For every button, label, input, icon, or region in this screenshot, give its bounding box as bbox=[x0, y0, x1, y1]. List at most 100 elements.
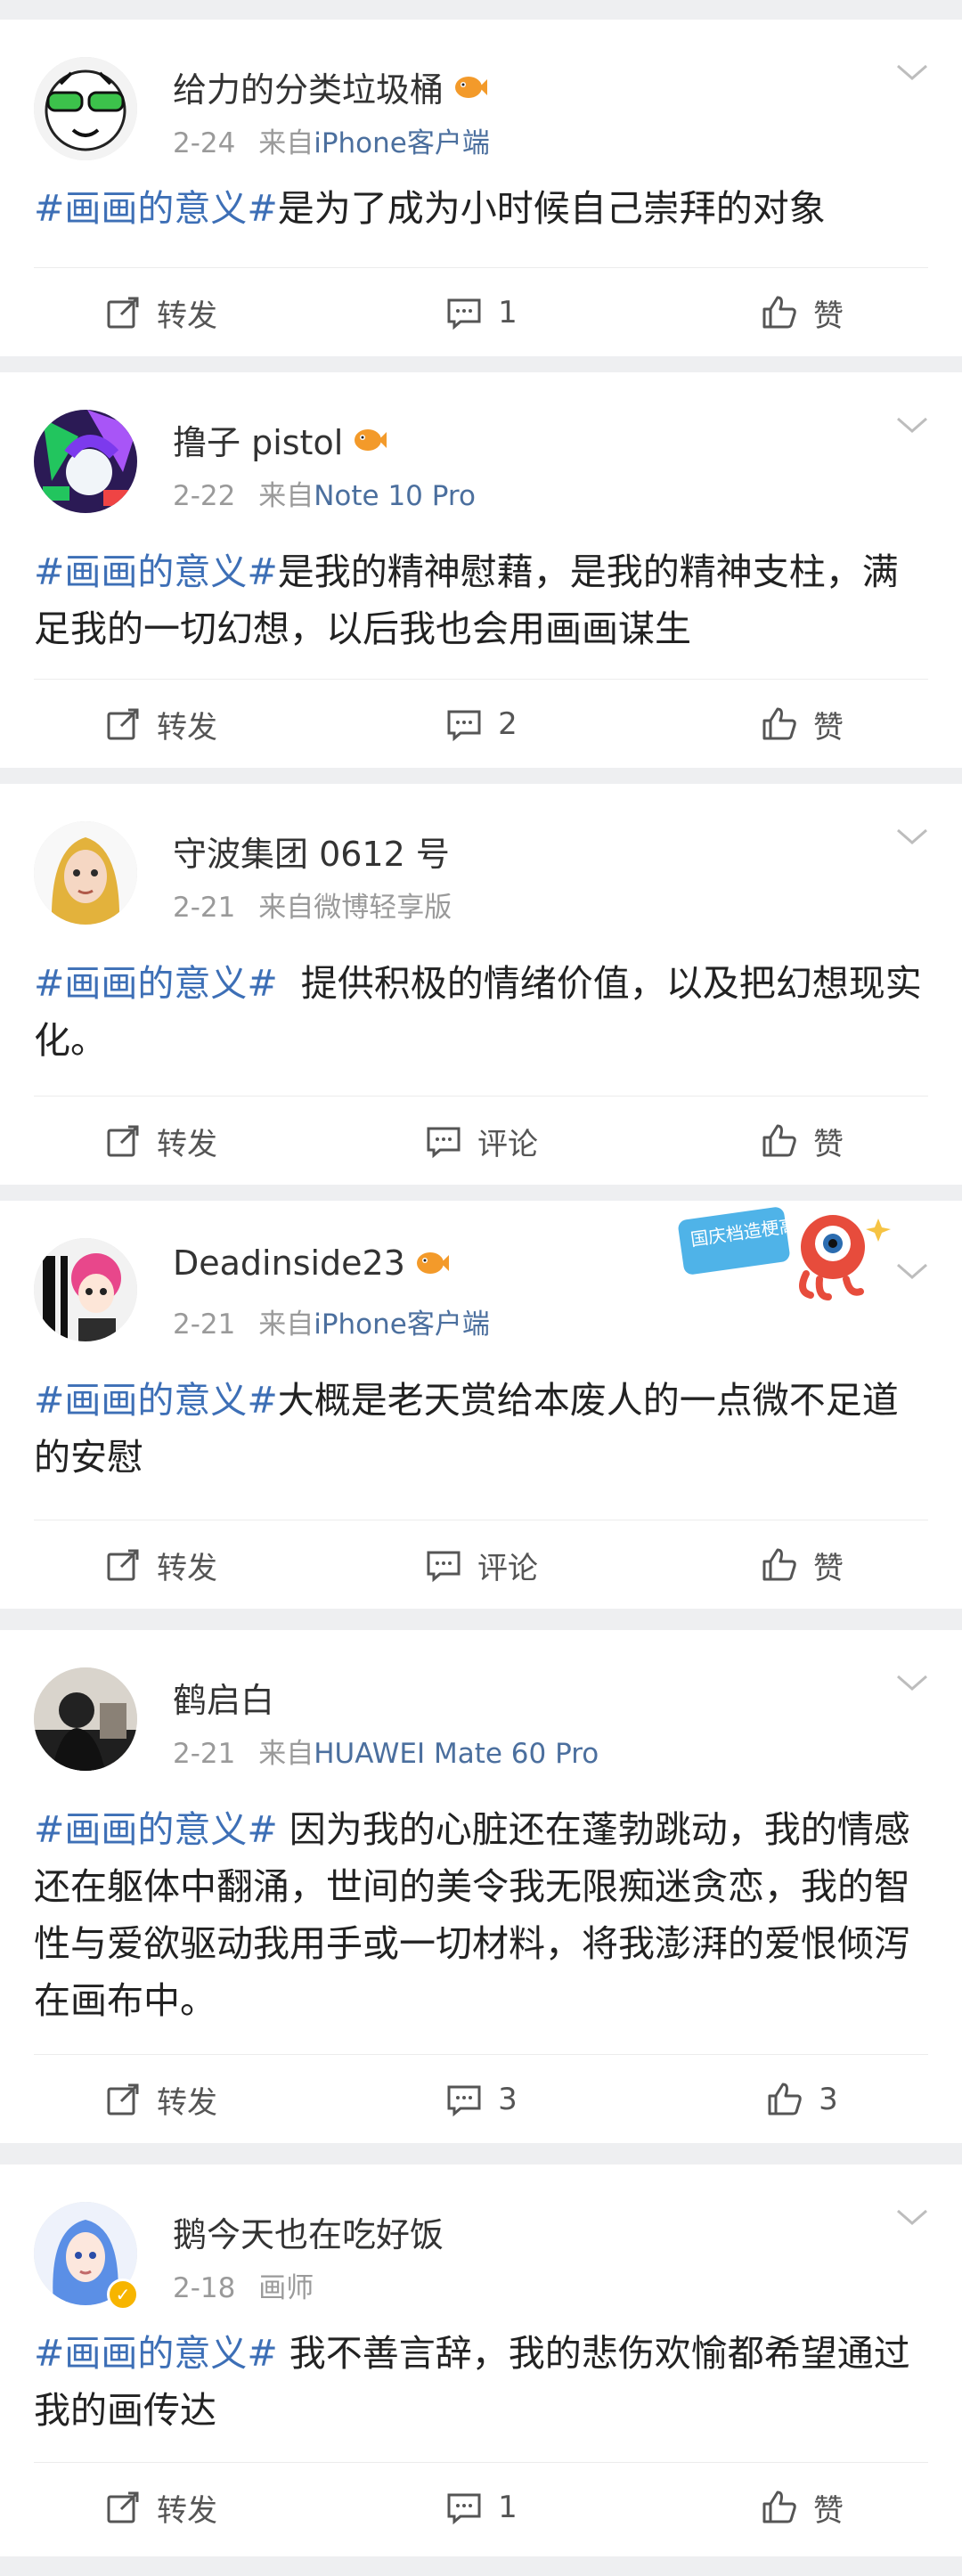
fish-badge-icon bbox=[416, 1252, 449, 1274]
like-label: 赞 bbox=[813, 2492, 844, 2529]
repost-button[interactable]: 转发 bbox=[0, 2055, 321, 2144]
comment-count: 3 bbox=[498, 2082, 518, 2117]
username[interactable]: 鹅今天也在吃好饭 bbox=[173, 2207, 444, 2256]
like-button[interactable]: 赞 bbox=[641, 2463, 962, 2552]
comment-icon bbox=[427, 1551, 461, 1583]
post-meta: 2-24 来自iPhone客户端 bbox=[173, 120, 490, 160]
topic-tag[interactable]: #画画的意义# bbox=[34, 1808, 278, 1851]
like-button[interactable]: 赞 bbox=[641, 268, 962, 357]
comment-button[interactable]: 2 bbox=[321, 680, 641, 769]
source-prefix: 来自 bbox=[258, 1308, 314, 1341]
username[interactable]: 给力的分类垃圾桶 bbox=[173, 62, 488, 111]
like-icon bbox=[762, 2490, 796, 2523]
like-count: 3 bbox=[819, 2082, 838, 2117]
user-title: 画师 bbox=[258, 2272, 314, 2304]
post-content: #画画的意义# 因为我的心脏还在蓬勃跳动，我的情感还在躯体中翻涌，世间的美令我无… bbox=[34, 1801, 926, 2029]
topic-tag[interactable]: #画画的意义# bbox=[34, 1379, 278, 1422]
post-content: #画画的意义#是我的精神慰藉，是我的精神支柱，满足我的一切幻想，以后我也会用画画… bbox=[34, 543, 926, 657]
repost-button[interactable]: 转发 bbox=[0, 2463, 321, 2552]
avatar[interactable] bbox=[34, 1667, 137, 1771]
post-source[interactable]: Note 10 Pro bbox=[314, 480, 476, 512]
weibo-feed: 给力的分类垃圾桶 2-24 来自iPhone客户端 #画画的意义#是为了成为小时… bbox=[0, 0, 962, 2576]
username[interactable]: 鹤启白 bbox=[173, 1673, 274, 1722]
like-button[interactable]: 赞 bbox=[641, 680, 962, 769]
fish-badge-icon bbox=[355, 428, 387, 451]
username[interactable]: 撸子 pistol bbox=[173, 415, 387, 464]
comment-icon bbox=[447, 298, 481, 330]
repost-label: 转发 bbox=[157, 2492, 217, 2529]
action-bar: 转发 1 赞 bbox=[0, 268, 962, 357]
post-source[interactable]: 微博轻享版 bbox=[314, 892, 452, 924]
comment-count: 1 bbox=[498, 295, 518, 330]
comment-label: 评论 bbox=[477, 1126, 538, 1162]
action-bar: 转发 2 赞 bbox=[0, 680, 962, 769]
repost-button[interactable]: 转发 bbox=[0, 680, 321, 769]
username-text[interactable]: 撸子 pistol bbox=[173, 415, 343, 464]
post-source[interactable]: HUAWEI Mate 60 Pro bbox=[314, 1738, 599, 1770]
topic-tag[interactable]: #画画的意义# bbox=[34, 2332, 278, 2375]
post-card: 守波集团 0612 号 2-21 来自微博轻享版 #画画的意义# 提供积极的情绪… bbox=[0, 784, 962, 1185]
post-date: 2-22 bbox=[173, 480, 236, 512]
chevron-down-icon[interactable] bbox=[894, 415, 930, 436]
source-prefix: 来自 bbox=[258, 480, 314, 512]
verified-badge-icon: ✓ bbox=[107, 2278, 139, 2311]
like-button[interactable]: 赞 bbox=[641, 1520, 962, 1610]
username[interactable]: 守波集团 0612 号 bbox=[173, 827, 450, 876]
repost-button[interactable]: 转发 bbox=[0, 268, 321, 357]
repost-label: 转发 bbox=[157, 709, 217, 746]
like-button[interactable]: 3 bbox=[641, 2055, 962, 2144]
repost-icon bbox=[107, 297, 139, 329]
comment-button[interactable]: 评论 bbox=[321, 1096, 641, 1186]
post-meta: 2-18 画师 bbox=[173, 2265, 314, 2305]
comment-button[interactable]: 1 bbox=[321, 2463, 641, 2552]
post-content: #画画的意义#大概是老天赏给本废人的一点微不足道的安慰 bbox=[34, 1372, 926, 1486]
comment-icon bbox=[447, 2493, 481, 2525]
username-text[interactable]: 鹅今天也在吃好饭 bbox=[173, 2207, 444, 2256]
topic-tag[interactable]: #画画的意义# bbox=[34, 550, 278, 593]
comment-button[interactable]: 1 bbox=[321, 268, 641, 357]
repost-button[interactable]: 转发 bbox=[0, 1096, 321, 1186]
comment-icon bbox=[427, 1127, 461, 1159]
chevron-down-icon[interactable] bbox=[894, 827, 930, 848]
username-text[interactable]: Deadinside23 bbox=[173, 1243, 405, 1283]
post-text: 是为了成为小时候自己崇拜的对象 bbox=[277, 187, 826, 230]
like-label: 赞 bbox=[813, 1126, 844, 1162]
post-card: 给力的分类垃圾桶 2-24 来自iPhone客户端 #画画的意义#是为了成为小时… bbox=[0, 20, 962, 356]
avatar[interactable] bbox=[34, 821, 137, 925]
like-icon bbox=[762, 296, 796, 329]
source-prefix: 来自 bbox=[258, 892, 314, 924]
like-icon bbox=[762, 707, 796, 740]
post-source[interactable]: iPhone客户端 bbox=[314, 127, 490, 159]
repost-label: 转发 bbox=[157, 298, 217, 334]
chevron-down-icon[interactable] bbox=[894, 1673, 930, 1694]
like-label: 赞 bbox=[813, 298, 844, 334]
avatar[interactable] bbox=[34, 410, 137, 513]
chevron-down-icon[interactable] bbox=[894, 62, 930, 84]
username[interactable]: Deadinside23 bbox=[173, 1243, 450, 1283]
like-button[interactable]: 赞 bbox=[641, 1096, 962, 1186]
comment-label: 评论 bbox=[477, 1550, 538, 1586]
username-text[interactable]: 给力的分类垃圾桶 bbox=[173, 62, 444, 111]
post-source[interactable]: iPhone客户端 bbox=[314, 1308, 490, 1341]
chevron-down-icon[interactable] bbox=[894, 2207, 930, 2229]
like-icon bbox=[762, 1548, 796, 1581]
username-text[interactable]: 鹤启白 bbox=[173, 1673, 274, 1722]
comment-icon bbox=[447, 710, 481, 742]
comment-count: 1 bbox=[498, 2490, 518, 2525]
chevron-down-icon[interactable] bbox=[894, 1261, 930, 1283]
post-date: 2-24 bbox=[173, 127, 236, 159]
topic-tag[interactable]: #画画的意义# bbox=[34, 187, 278, 230]
comment-button[interactable]: 3 bbox=[321, 2055, 641, 2144]
topic-tag[interactable]: #画画的意义# bbox=[34, 962, 278, 1005]
post-card: Deadinside23 2-21 来自iPhone客户端 国庆档造梗高手 #画… bbox=[0, 1201, 962, 1609]
post-card: 鹤启白 2-21 来自HUAWEI Mate 60 Pro #画画的意义# 因为… bbox=[0, 1630, 962, 2143]
username-text[interactable]: 守波集团 0612 号 bbox=[173, 827, 450, 876]
avatar[interactable] bbox=[34, 1238, 137, 1341]
post-content: #画画的意义# 我不善言辞，我的悲伤欢愉都希望通过我的画传达 bbox=[34, 2325, 926, 2439]
repost-icon bbox=[107, 708, 139, 740]
avatar[interactable] bbox=[34, 57, 137, 160]
source-prefix: 来自 bbox=[258, 1738, 314, 1770]
repost-icon bbox=[107, 2083, 139, 2115]
comment-button[interactable]: 评论 bbox=[321, 1520, 641, 1610]
repost-button[interactable]: 转发 bbox=[0, 1520, 321, 1610]
